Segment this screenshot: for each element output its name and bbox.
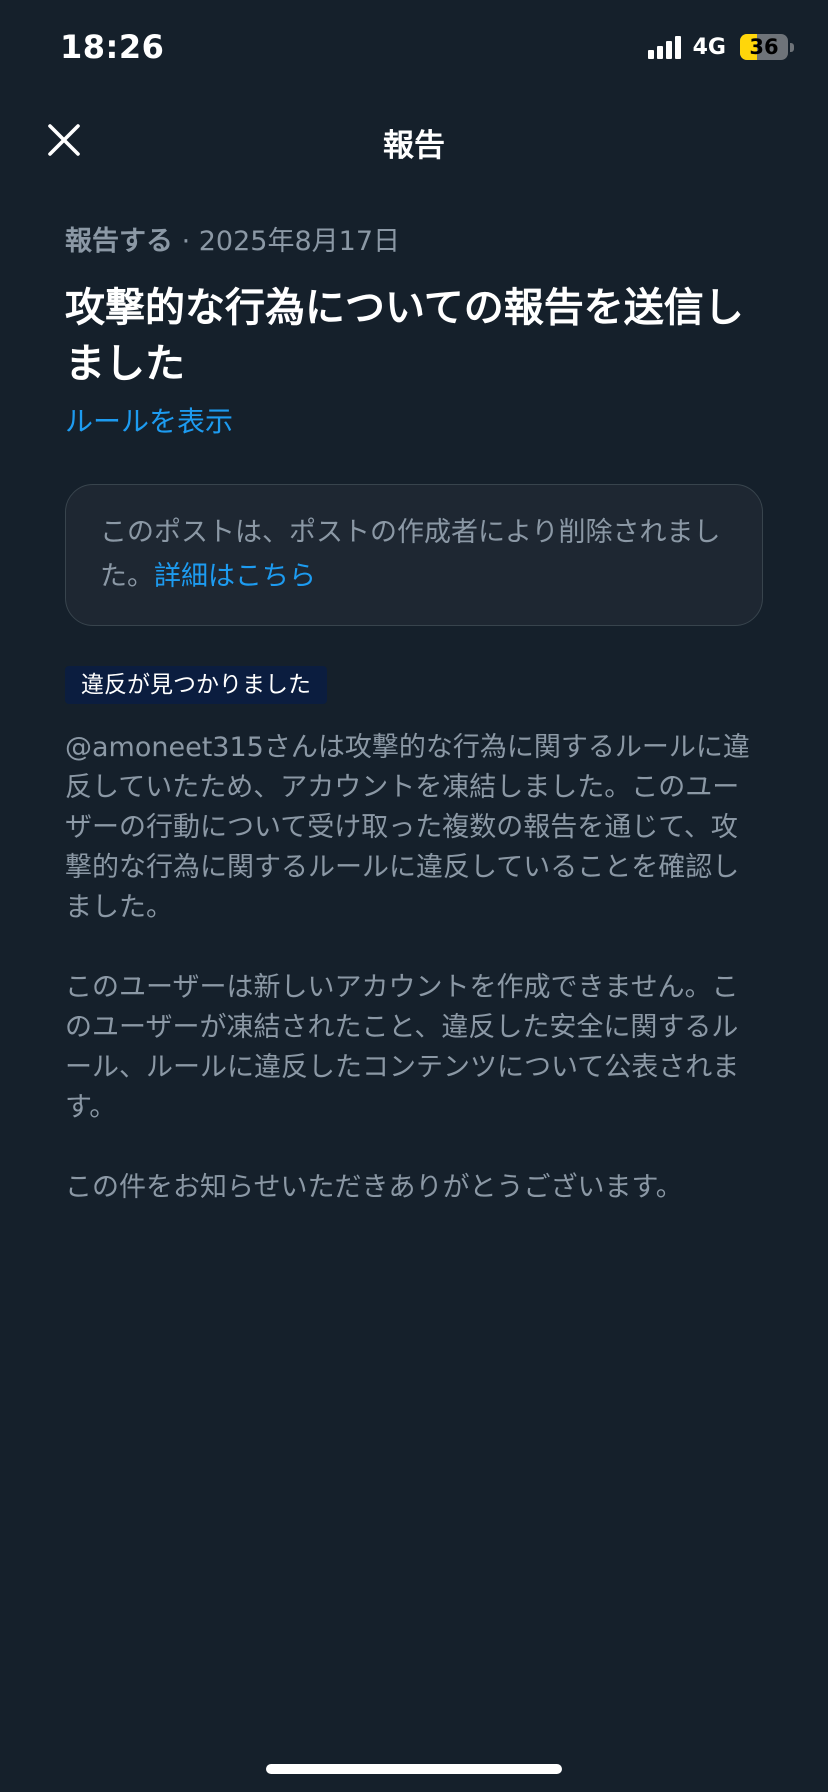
report-date: 2025年8月17日: [198, 226, 400, 257]
status-indicators: 4G 36: [647, 34, 794, 60]
meta-separator: ·: [173, 226, 199, 257]
home-indicator[interactable]: [266, 1764, 562, 1774]
deleted-post-notice: このポストは、ポストの作成者により削除されました。詳細はこちら: [65, 484, 763, 626]
violation-found-badge: 違反が見つかりました: [65, 666, 327, 704]
view-rules-link[interactable]: ルールを表示: [65, 402, 233, 442]
cellular-signal-icon: [647, 35, 681, 59]
header: 報告: [0, 100, 828, 180]
status-bar: 18:26 4G 36: [0, 0, 828, 100]
report-type-label: 報告する: [65, 226, 173, 257]
page-title: 報告: [383, 128, 445, 164]
report-content: 報告する · 2025年8月17日 攻撃的な行為についての報告を送信しました ル…: [65, 222, 763, 1208]
network-type: 4G: [692, 34, 726, 60]
report-meta: 報告する · 2025年8月17日: [65, 222, 763, 262]
status-time: 18:26: [60, 28, 165, 66]
result-paragraph-2: このユーザーは新しいアカウントを作成できません。このユーザーが凍結されたこと、違…: [65, 972, 740, 1123]
battery-level: 36: [749, 35, 779, 59]
thanks-paragraph: この件をお知らせいただきありがとうございます。: [65, 1172, 683, 1203]
report-title: 攻撃的な行為についての報告を送信しました: [65, 285, 744, 387]
battery-icon: 36: [740, 34, 794, 60]
result-paragraph-1: @amoneet315さんは攻撃的な行為に関するルールに違反していたため、アカウ…: [65, 732, 750, 923]
details-link[interactable]: 詳細はこちら: [154, 561, 316, 592]
